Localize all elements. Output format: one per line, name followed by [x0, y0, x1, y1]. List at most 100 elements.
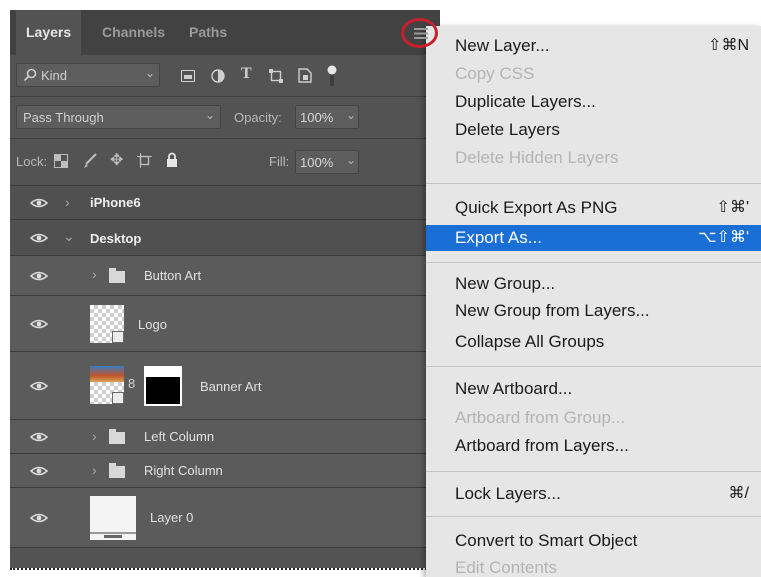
menu-item-label: New Group from Layers... — [455, 301, 650, 320]
annotation-circle — [401, 18, 438, 48]
panel-bottom-edge — [10, 568, 430, 570]
visibility-eye-icon[interactable] — [30, 513, 48, 523]
chevron-right-icon[interactable]: › — [92, 428, 97, 444]
chevron-down-icon: ⌄ — [205, 108, 216, 122]
visibility-eye-icon[interactable] — [30, 319, 48, 329]
layers-panel: Layers Channels Paths Kind ⌄ T Pass Thro… — [10, 10, 440, 568]
visibility-eye-icon[interactable] — [30, 432, 48, 442]
lock-artboard-icon[interactable] — [137, 153, 152, 168]
menu-item-delete-hidden-layers: Delete Hidden Layers — [426, 145, 761, 171]
menu-item-lock-layers[interactable]: Lock Layers... ⌘/ — [426, 481, 761, 507]
tab-channels[interactable]: Channels — [102, 10, 165, 55]
layer-row-layer-0[interactable]: Layer 0 — [10, 488, 440, 548]
layer-row-button-art[interactable]: › Button Art — [10, 256, 440, 296]
menu-item-delete-layers[interactable]: Delete Layers — [426, 117, 761, 143]
menu-item-new-layer[interactable]: New Layer... ⇧⌘N — [426, 33, 761, 59]
layer-thumbnail — [90, 496, 136, 540]
chevron-right-icon[interactable]: › — [92, 266, 97, 282]
lock-transparent-pixels-icon[interactable] — [54, 154, 68, 168]
layer-row-logo[interactable]: Logo — [10, 296, 440, 352]
menu-item-label: Collapse All Groups — [455, 332, 605, 351]
menu-item-label: Edit Contents — [455, 558, 558, 577]
smart-object-badge-icon — [112, 331, 124, 343]
menu-item-label: New Artboard... — [455, 379, 573, 398]
fill-value: 100% — [300, 155, 334, 170]
search-icon — [23, 68, 37, 82]
opacity-field[interactable]: 100% ⌄ — [295, 105, 359, 129]
blend-mode-value: Pass Through — [23, 110, 104, 125]
folder-icon — [109, 463, 125, 478]
menu-item-label: Convert to Smart Object — [455, 531, 638, 550]
menu-item-artboard-from-group: Artboard from Group... — [426, 405, 761, 431]
menu-item-edit-contents: Edit Contents — [426, 555, 761, 577]
layer-row-iphone6[interactable]: › iPhone6 — [10, 186, 440, 220]
opacity-label: Opacity: — [234, 110, 282, 125]
visibility-eye-icon[interactable] — [30, 233, 48, 243]
smart-object-filter-icon[interactable] — [298, 68, 312, 83]
menu-item-new-group[interactable]: New Group... — [426, 271, 761, 297]
layer-row-left-column[interactable]: › Left Column — [10, 420, 440, 454]
menu-item-label: Duplicate Layers... — [455, 92, 596, 111]
type-layer-filter-icon[interactable]: T — [241, 65, 252, 83]
visibility-eye-icon[interactable] — [30, 198, 48, 208]
menu-item-duplicate-layers[interactable]: Duplicate Layers... — [426, 89, 761, 115]
lock-position-icon[interactable]: ✥ — [110, 150, 123, 170]
menu-item-label: Artboard from Group... — [455, 408, 626, 427]
menu-item-label: Copy CSS — [455, 64, 535, 83]
blend-mode-select[interactable]: Pass Through ⌄ — [16, 105, 221, 129]
chevron-right-icon[interactable]: › — [65, 194, 70, 210]
layer-name: Button Art — [144, 268, 202, 283]
menu-item-label: Quick Export As PNG — [455, 198, 618, 217]
panel-tab-bar: Layers Channels Paths — [10, 10, 440, 55]
filter-row: Kind ⌄ T — [10, 55, 440, 95]
lock-row: Lock: ✥ Fill: 100% ⌄ — [10, 139, 440, 185]
shape-layer-filter-icon[interactable] — [269, 69, 283, 83]
layer-name: Right Column — [144, 463, 223, 478]
visibility-eye-icon[interactable] — [30, 466, 48, 476]
fill-field[interactable]: 100% ⌄ — [295, 150, 359, 174]
visibility-eye-icon[interactable] — [30, 381, 48, 391]
adjustment-layer-filter-icon[interactable] — [211, 69, 225, 83]
menu-item-collapse-all-groups[interactable]: Collapse All Groups — [426, 329, 761, 355]
layer-name: Logo — [138, 317, 167, 332]
menu-separator — [426, 516, 761, 517]
layer-row-right-column[interactable]: › Right Column — [10, 454, 440, 488]
fill-label: Fill: — [269, 154, 290, 169]
smart-object-badge-icon — [112, 392, 124, 404]
menu-item-artboard-from-layers[interactable]: Artboard from Layers... — [426, 433, 761, 459]
menu-item-quick-export-png[interactable]: Quick Export As PNG ⇧⌘' — [426, 195, 761, 221]
tab-layers[interactable]: Layers — [16, 10, 82, 55]
lock-all-icon[interactable] — [166, 152, 178, 168]
menu-item-shortcut: ⌘/ — [728, 485, 749, 502]
tab-paths[interactable]: Paths — [189, 10, 227, 55]
filter-toggle-icon[interactable] — [327, 64, 337, 88]
menu-item-shortcut: ⇧⌘N — [708, 37, 749, 54]
opacity-value: 100% — [300, 110, 334, 125]
menu-item-new-group-from-layers[interactable]: New Group from Layers... — [426, 298, 761, 324]
folder-icon — [109, 429, 125, 444]
link-chain-icon[interactable]: 8 — [128, 376, 135, 391]
lock-image-pixels-icon[interactable] — [83, 153, 97, 169]
menu-item-shortcut: ⌥⇧⌘' — [698, 229, 749, 246]
menu-item-label: Export As... — [455, 228, 542, 247]
menu-item-label: Artboard from Layers... — [455, 436, 629, 455]
menu-item-convert-to-smart-object[interactable]: Convert to Smart Object — [426, 528, 761, 554]
layer-name: Left Column — [144, 429, 215, 444]
chevron-down-icon[interactable]: ⌄ — [63, 228, 75, 245]
menu-item-new-artboard[interactable]: New Artboard... — [426, 376, 761, 402]
blend-row: Pass Through ⌄ Opacity: 100% ⌄ — [10, 97, 440, 137]
layer-name: Desktop — [90, 231, 142, 246]
menu-item-label: New Group... — [455, 274, 556, 293]
layer-name: Banner Art — [200, 379, 262, 394]
layer-row-desktop[interactable]: ⌄ Desktop — [10, 220, 440, 256]
filter-kind-label: Kind — [41, 68, 68, 83]
menu-item-export-as[interactable]: Export As... ⌥⇧⌘' — [426, 225, 761, 251]
layer-row-banner-art[interactable]: 8 Banner Art — [10, 352, 440, 420]
pixel-layer-filter-icon[interactable] — [181, 70, 195, 82]
chevron-right-icon[interactable]: › — [92, 462, 97, 478]
menu-separator — [426, 471, 761, 472]
layers-panel-menu: New Layer... ⇧⌘N Copy CSS Duplicate Layer… — [426, 26, 761, 577]
visibility-eye-icon[interactable] — [30, 271, 48, 281]
layer-mask-thumbnail[interactable] — [144, 366, 182, 406]
filter-kind-select[interactable]: Kind ⌄ — [16, 63, 160, 87]
